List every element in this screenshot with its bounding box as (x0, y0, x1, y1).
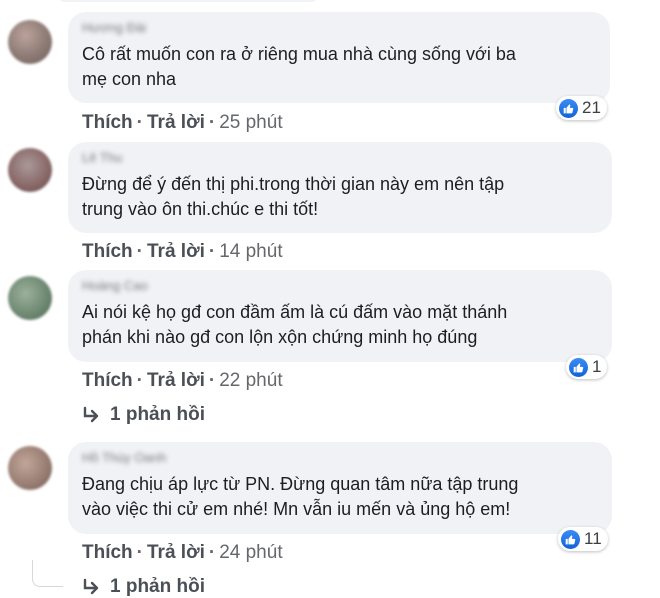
comment-time[interactable]: 22 phút (219, 370, 282, 391)
comment-author[interactable]: Lê Thu (82, 150, 598, 166)
comment-actions: Thích · Trả lời · 25 phút (82, 112, 283, 134)
comment-bubble: Lê Thu Đừng để ý đến thị phi.trong thời … (68, 142, 612, 233)
separator-dot: · (136, 370, 143, 391)
avatar[interactable] (8, 276, 52, 320)
comment-actions: Thích · Trả lời · 14 phút (82, 241, 283, 263)
reply-link[interactable]: Trả lời (147, 112, 205, 133)
like-link[interactable]: Thích (82, 112, 133, 133)
reaction-badge[interactable]: 11 (558, 527, 608, 551)
thread-connector (32, 560, 63, 587)
like-link[interactable]: Thích (82, 241, 133, 262)
reaction-count: 11 (584, 529, 602, 548)
comment-actions: Thích · Trả lời · 22 phút (82, 370, 283, 392)
avatar[interactable] (8, 446, 52, 490)
reply-link[interactable]: Trả lời (147, 370, 205, 391)
view-replies-link[interactable]: 1 phản hồi (82, 576, 205, 598)
comment-text: Ai nói kệ họ gđ con đầm ấm là cú đấm vào… (82, 302, 508, 347)
separator-dot: · (136, 241, 143, 262)
comment-bubble: Hương Đài Cô rất muốn con ra ở riêng mua… (68, 12, 610, 103)
separator-dot: · (208, 241, 216, 262)
comment-text: Cô rất muốn con ra ở riêng mua nhà cùng … (82, 44, 516, 89)
like-thumb-icon (569, 357, 588, 377)
comment-author[interactable]: Hoàng Cao (82, 278, 598, 294)
separator-dot: · (136, 112, 143, 133)
comment-bubble: Hoàng Cao Ai nói kệ họ gđ con đầm ấm là … (68, 270, 612, 362)
comment-text: Đang chịu áp lực từ PN. Đừng quan tâm nữ… (82, 474, 519, 519)
comment-text: Đừng để ý đến thị phi.trong thời gian nà… (82, 174, 505, 219)
avatar[interactable] (8, 148, 52, 192)
comment-bubble: Hồ Thùy Oanh Đang chịu áp lực từ PN. Đừn… (68, 442, 612, 534)
reply-arrow-icon (83, 406, 99, 423)
separator-dot: · (136, 542, 143, 563)
comment-time[interactable]: 25 phút (219, 112, 282, 133)
like-thumb-icon (559, 98, 578, 118)
reply-link[interactable]: Trả lời (147, 542, 205, 563)
reaction-badge[interactable]: 21 (556, 96, 607, 120)
separator-dot: · (208, 112, 216, 133)
like-link[interactable]: Thích (82, 542, 133, 563)
reply-arrow-icon (83, 578, 99, 595)
reply-link[interactable]: Trả lời (147, 241, 205, 262)
replies-count: 1 phản hồi (110, 404, 205, 425)
comment-author[interactable]: Hồ Thùy Oanh (82, 450, 598, 466)
previous-comment-remnant (58, 0, 318, 2)
replies-count: 1 phản hồi (110, 576, 205, 597)
separator-dot: · (208, 542, 216, 563)
reaction-count: 1 (592, 357, 602, 376)
view-replies-link[interactable]: 1 phản hồi (82, 404, 205, 426)
comment-time[interactable]: 14 phút (219, 241, 282, 262)
comment-actions: Thích · Trả lời · 24 phút (82, 542, 283, 564)
avatar[interactable] (8, 20, 52, 64)
reaction-badge[interactable]: 1 (566, 355, 608, 379)
separator-dot: · (208, 370, 216, 391)
reaction-count: 21 (582, 98, 601, 117)
comment-time[interactable]: 24 phút (219, 542, 282, 563)
comment-author[interactable]: Hương Đài (82, 20, 596, 36)
like-thumb-icon (561, 529, 580, 549)
like-link[interactable]: Thích (82, 370, 133, 391)
